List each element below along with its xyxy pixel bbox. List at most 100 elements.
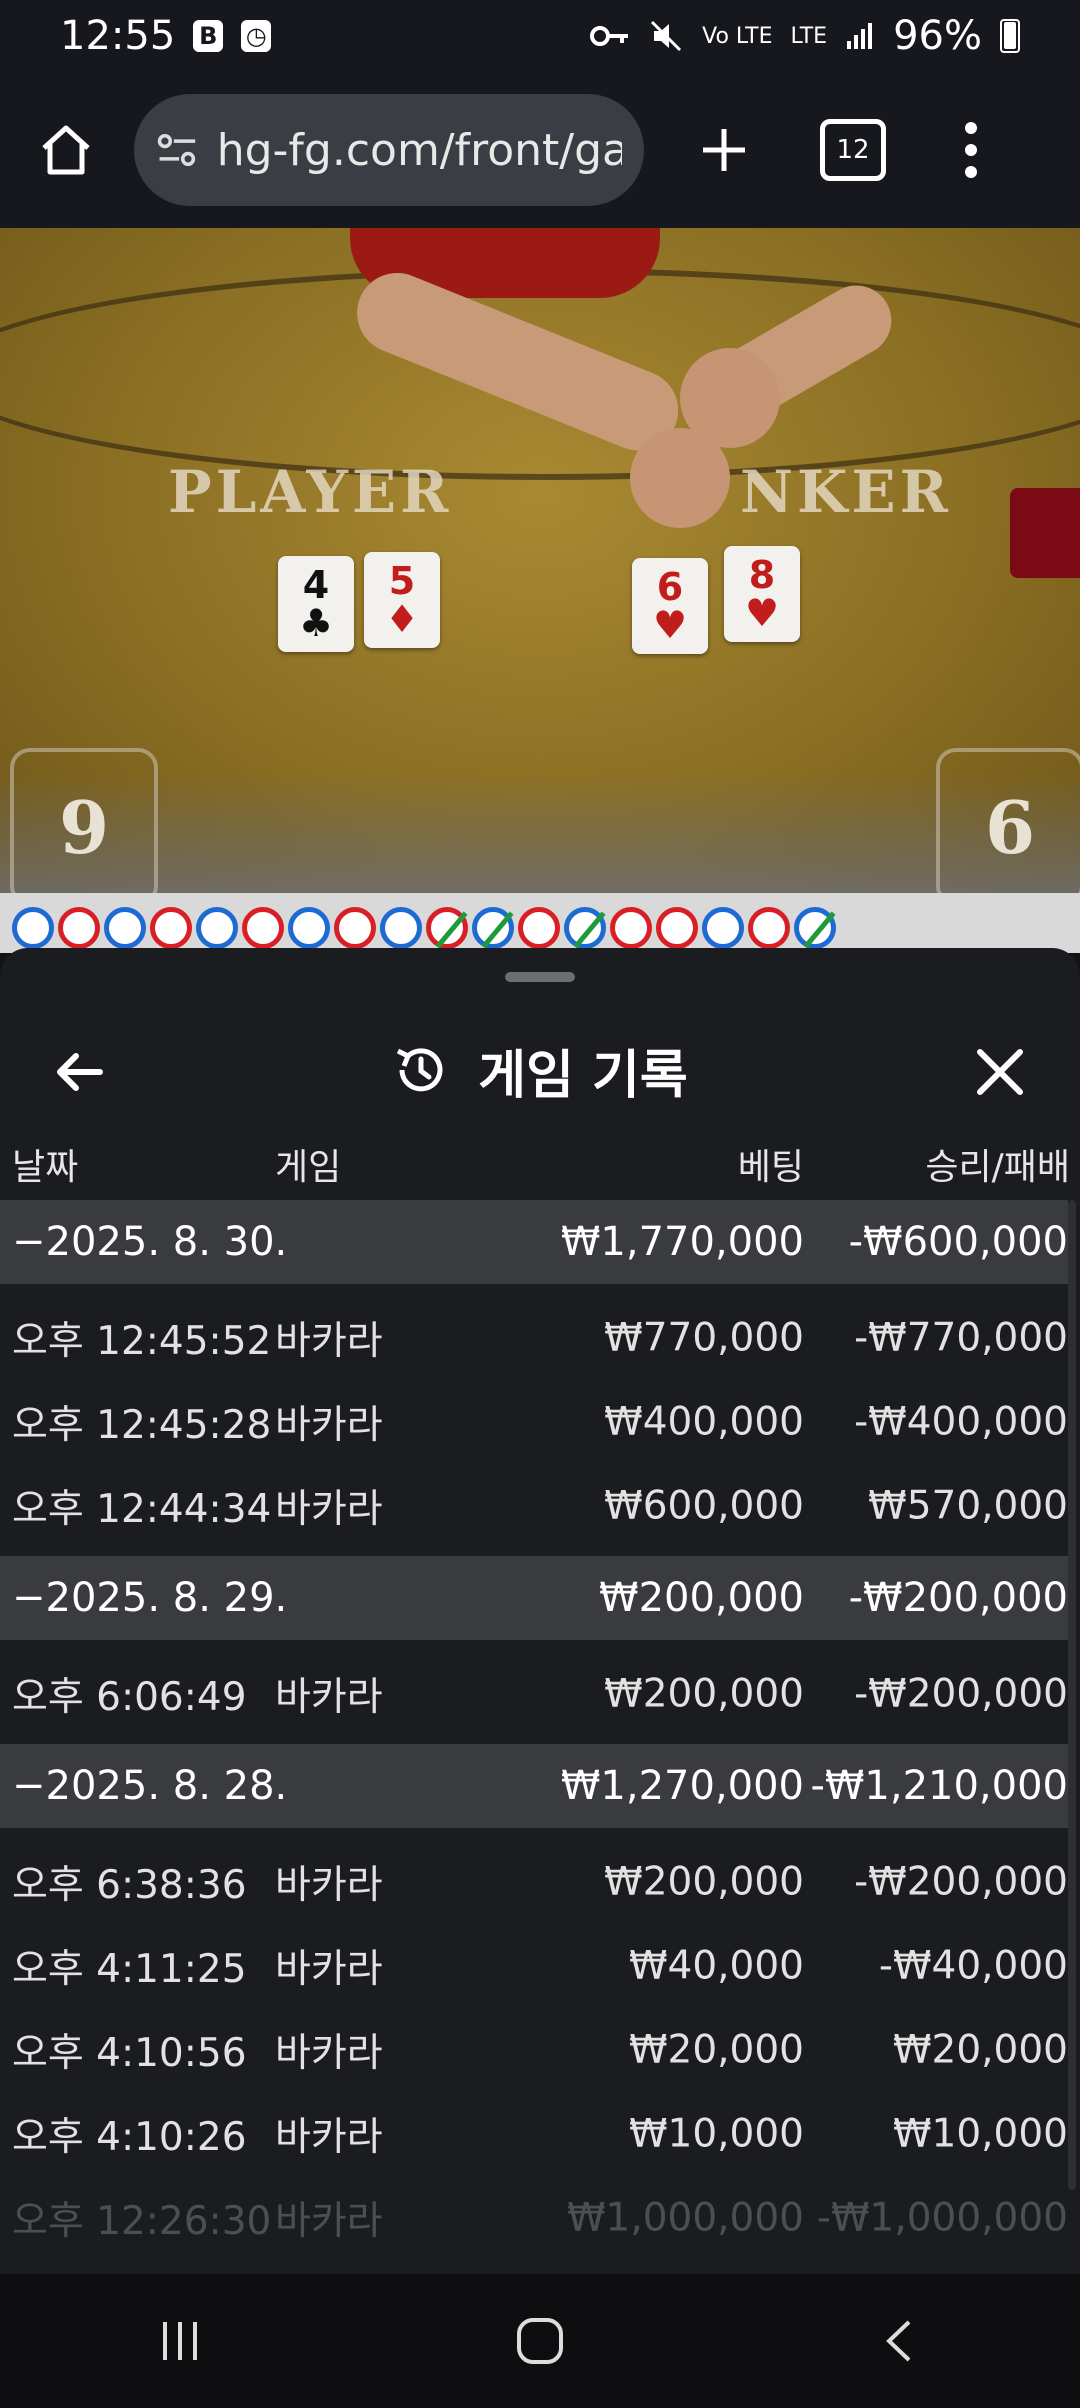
entry-bet: ₩20,000 xyxy=(628,2027,804,2073)
plus-icon xyxy=(703,129,745,171)
entry-time: 오후 12:44:34 xyxy=(12,1487,272,1532)
entry-bet: ₩400,000 xyxy=(604,1399,804,1445)
entry-time: 오후 12:45:52 xyxy=(12,1319,272,1364)
date-group-row[interactable]: −2025. 8. 29. ₩200,000 -₩200,000 xyxy=(0,1556,1068,1640)
entry-time: 오후 6:06:49 xyxy=(12,1675,247,1720)
sheet-header: 게임 기록 xyxy=(0,1000,1080,1140)
game-history-sheet: 게임 기록 날짜 게임 베팅 승리/패배 −2025. 8. 30. ₩1,770… xyxy=(0,948,1080,2274)
group-date: −2025. 8. 29. xyxy=(12,1575,288,1621)
entry-game: 바카라 xyxy=(275,1947,383,1992)
entry-win-loss: -₩770,000 xyxy=(854,1315,1068,1361)
history-entry-row[interactable]: 오후 12:44:34 바카라 ₩600,000 ₩570,000 xyxy=(0,1464,1068,1548)
bead-road-cell xyxy=(702,907,744,949)
group-bet-total: ₩200,000 xyxy=(599,1575,804,1621)
site-settings-icon[interactable] xyxy=(156,128,199,172)
home-icon xyxy=(42,125,90,175)
history-entry-row[interactable]: 오후 4:10:56 바카라 ₩20,000 ₩20,000 xyxy=(0,2008,1068,2092)
back-nav-button[interactable] xyxy=(860,2301,940,2381)
new-tab-button[interactable] xyxy=(688,114,760,186)
group-win-total: -₩600,000 xyxy=(848,1219,1068,1265)
entry-time: 오후 4:11:25 xyxy=(12,1947,247,1992)
bead-road-cell xyxy=(748,907,790,949)
entry-time: 오후 12:26:30 xyxy=(12,2199,272,2244)
player-zone-label: PLAYER xyxy=(168,458,453,526)
entry-time: 오후 4:10:26 xyxy=(12,2115,247,2160)
history-scrollbar[interactable] xyxy=(1068,1200,1076,2190)
group-date: −2025. 8. 28. xyxy=(12,1763,288,1809)
url-text: hg-fg.com/front/gam xyxy=(216,124,622,176)
entry-game: 바카라 xyxy=(275,1675,383,1720)
bead-road-cell xyxy=(288,907,330,949)
group-win-total: -₩1,210,000 xyxy=(810,1763,1068,1809)
bead-road-cell xyxy=(150,907,192,949)
column-header-win-loss: 승리/패배 xyxy=(925,1147,1070,1188)
history-entry-row[interactable]: 오후 12:26:30 바카라 ₩1,000,000 -₩1,000,000 xyxy=(0,2176,1068,2260)
history-entry-row[interactable]: 오후 12:45:52 바카라 ₩770,000 -₩770,000 xyxy=(0,1296,1068,1380)
player-score: 9 xyxy=(10,748,158,893)
entry-game: 바카라 xyxy=(275,1319,383,1364)
bead-road-cell xyxy=(104,907,146,949)
bead-road-cell xyxy=(794,907,836,949)
history-entry-row[interactable]: 오후 6:06:49 바카라 ₩200,000 -₩200,000 xyxy=(0,1652,1068,1736)
sheet-drag-handle[interactable] xyxy=(505,972,575,982)
bead-road-cell xyxy=(12,907,54,949)
entry-win-loss: -₩200,000 xyxy=(854,1859,1068,1905)
bead-road xyxy=(0,893,1080,953)
signal-icon xyxy=(847,23,873,49)
date-group-row[interactable]: −2025. 8. 28. ₩1,270,000 -₩1,210,000 xyxy=(0,1744,1068,1828)
entry-game: 바카라 xyxy=(275,2031,383,2076)
clock-badge-icon: ◷ xyxy=(241,20,272,52)
group-bet-total: ₩1,770,000 xyxy=(560,1219,804,1265)
address-bar[interactable]: hg-fg.com/front/gam xyxy=(134,94,644,206)
home-nav-button[interactable] xyxy=(500,2301,580,2381)
bead-road-cell xyxy=(380,907,422,949)
entry-game: 바카라 xyxy=(275,2199,383,2244)
tab-switcher-button[interactable]: 12 xyxy=(820,119,886,181)
bead-road-cell xyxy=(518,907,560,949)
live-game-video: PLAYER NKER 4 ♣ 5 ♦ 6 ♥ 8 ♥ 9 6 xyxy=(0,228,1080,893)
mute-icon xyxy=(651,20,682,52)
entry-win-loss: -₩400,000 xyxy=(854,1399,1068,1445)
arrow-left-icon xyxy=(57,1053,103,1091)
entry-win-loss: ₩20,000 xyxy=(892,2027,1068,2073)
date-group-row[interactable]: −2025. 8. 30. ₩1,770,000 -₩600,000 xyxy=(0,1200,1068,1284)
table-header: 날짜 게임 베팅 승리/패배 xyxy=(0,1132,1080,1196)
back-button[interactable] xyxy=(52,1044,108,1100)
history-entry-row[interactable]: 오후 6:38:36 바카라 ₩200,000 -₩200,000 xyxy=(0,1840,1068,1924)
sheet-title: 게임 기록 xyxy=(392,1033,688,1108)
entry-game: 바카라 xyxy=(275,1487,383,1532)
entry-win-loss: -₩1,000,000 xyxy=(816,2195,1068,2241)
entry-bet: ₩200,000 xyxy=(604,1671,804,1717)
entry-time: 오후 4:10:56 xyxy=(12,2031,247,2076)
entry-win-loss: -₩40,000 xyxy=(878,1943,1068,1989)
player-card-1: 4 ♣ xyxy=(278,556,354,652)
entry-bet: ₩40,000 xyxy=(628,1943,804,1989)
banker-card-2: 8 ♥ xyxy=(724,546,800,642)
history-entry-row[interactable]: 오후 12:45:28 바카라 ₩400,000 -₩400,000 xyxy=(0,1380,1068,1464)
recent-apps-button[interactable] xyxy=(140,2301,220,2381)
bead-road-cell xyxy=(334,907,376,949)
menu-dot-icon xyxy=(965,144,977,156)
history-list: −2025. 8. 30. ₩1,770,000 -₩600,000 오후 12:45… xyxy=(0,1200,1068,2260)
card-shoe xyxy=(1010,488,1080,578)
history-entry-row[interactable]: 오후 4:11:25 바카라 ₩40,000 -₩40,000 xyxy=(0,1924,1068,2008)
close-icon xyxy=(977,1049,1023,1095)
entry-game: 바카라 xyxy=(275,1863,383,1908)
home-button[interactable] xyxy=(30,114,102,186)
group-bet-total: ₩1,270,000 xyxy=(560,1763,804,1809)
bead-road-cell xyxy=(656,907,698,949)
entry-time: 오후 6:38:36 xyxy=(12,1863,247,1908)
entry-win-loss: -₩200,000 xyxy=(854,1671,1068,1717)
browser-menu-button[interactable] xyxy=(956,114,986,186)
group-date: −2025. 8. 30. xyxy=(12,1219,288,1265)
system-nav-bar xyxy=(0,2274,1080,2408)
column-header-date: 날짜 xyxy=(12,1147,79,1188)
bead-road-cell xyxy=(564,907,606,949)
bead-road-cell xyxy=(242,907,284,949)
close-button[interactable] xyxy=(972,1044,1028,1100)
status-left: 12:55 B ◷ xyxy=(60,13,272,59)
entry-game: 바카라 xyxy=(275,2115,383,2160)
entry-game: 바카라 xyxy=(275,1403,383,1448)
history-entry-row[interactable]: 오후 4:10:26 바카라 ₩10,000 ₩10,000 xyxy=(0,2092,1068,2176)
menu-dot-icon xyxy=(965,122,977,134)
